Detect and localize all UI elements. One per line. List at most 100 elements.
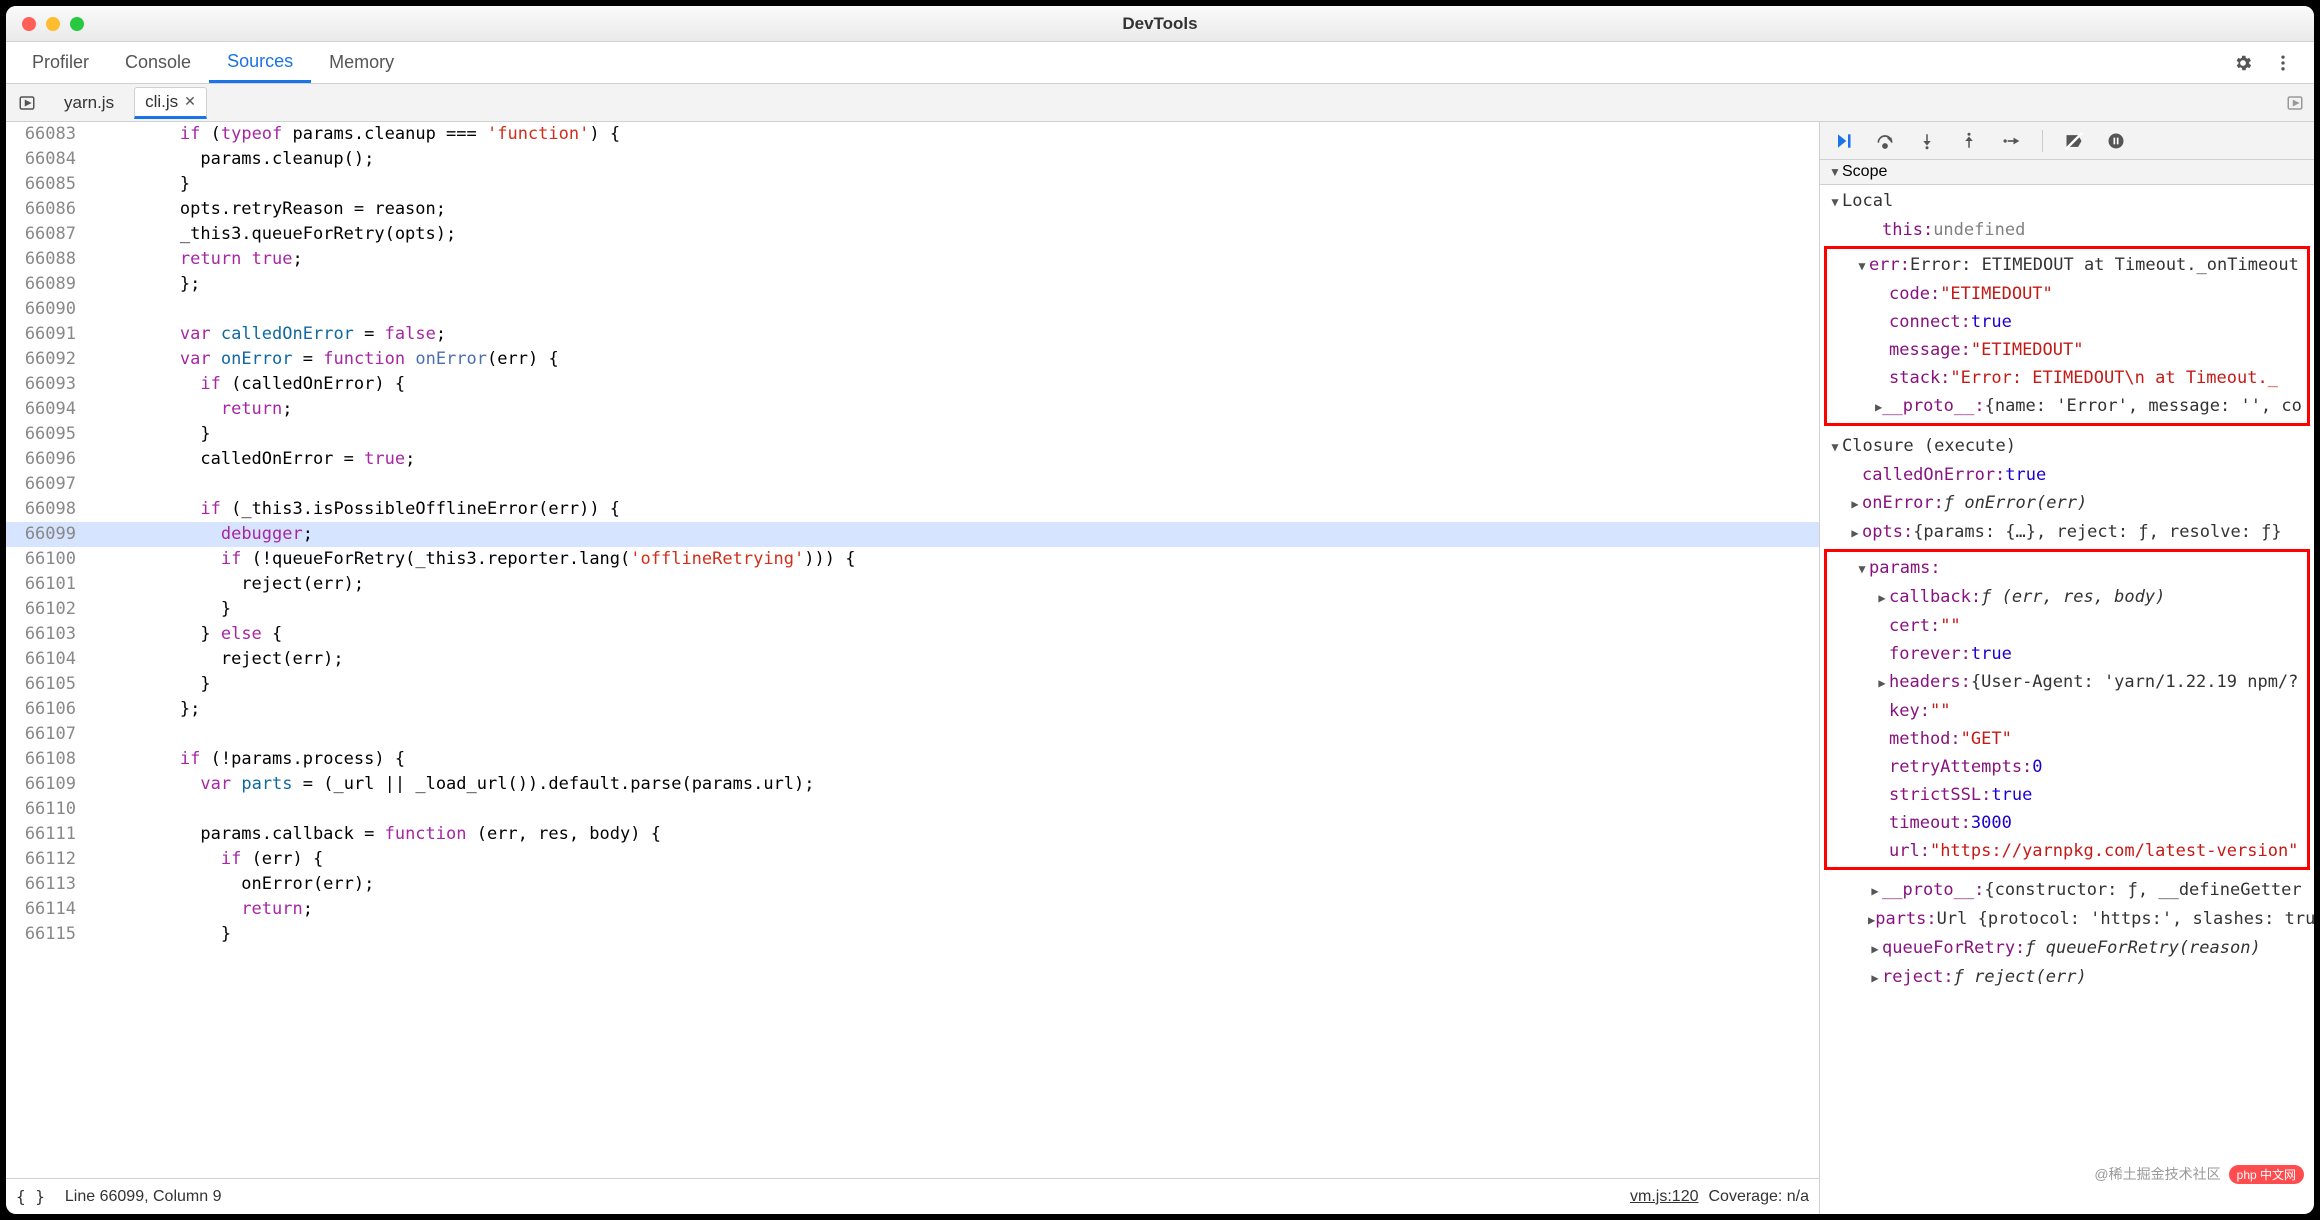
scope-row[interactable]: url: "https://yarnpkg.com/latest-version… xyxy=(1827,837,2307,865)
line-content: } xyxy=(86,422,211,447)
code-line[interactable]: 66113 onError(err); xyxy=(6,872,1819,897)
pause-exceptions-icon[interactable] xyxy=(2105,130,2127,152)
scope-row[interactable]: connect: true xyxy=(1827,308,2307,336)
line-content xyxy=(86,297,180,322)
scope-row[interactable]: method: "GET" xyxy=(1827,725,2307,753)
code-line[interactable]: 66101 reject(err); xyxy=(6,572,1819,597)
line-number: 66084 xyxy=(6,147,86,172)
scope-row[interactable]: forever: true xyxy=(1827,640,2307,668)
file-tabs: yarn.js cli.js ✕ xyxy=(44,84,207,121)
deactivate-breakpoints-icon[interactable] xyxy=(2063,130,2085,152)
scope-row[interactable]: ▶callback: ƒ (err, res, body) xyxy=(1827,583,2307,612)
code-line[interactable]: 66102 } xyxy=(6,597,1819,622)
step-into-icon[interactable] xyxy=(1916,130,1938,152)
scope-row[interactable]: ▼err: Error: ETIMEDOUT at Timeout._onTim… xyxy=(1827,251,2307,280)
code-line[interactable]: 66115 } xyxy=(6,922,1819,947)
scope-row[interactable]: code: "ETIMEDOUT" xyxy=(1827,280,2307,308)
scope-row[interactable]: ▶__proto__: {name: 'Error', message: '',… xyxy=(1827,392,2307,421)
kebab-menu-icon[interactable] xyxy=(2272,52,2294,74)
file-tab-yarn[interactable]: yarn.js xyxy=(54,89,124,117)
scope-group-header[interactable]: ▼Local xyxy=(1820,187,2314,216)
scope-row[interactable]: cert: "" xyxy=(1827,612,2307,640)
scope-row[interactable]: ▼params: xyxy=(1827,554,2307,583)
tab-console[interactable]: Console xyxy=(107,42,209,83)
code-line[interactable]: 66089 }; xyxy=(6,272,1819,297)
code-line[interactable]: 66100 if (!queueForRetry(_this3.reporter… xyxy=(6,547,1819,572)
tab-profiler[interactable]: Profiler xyxy=(14,42,107,83)
scope-row[interactable]: ▶reject: ƒ reject(err) xyxy=(1820,963,2314,992)
line-number: 66104 xyxy=(6,647,86,672)
more-tabs-icon[interactable] xyxy=(2284,92,2306,114)
close-dot[interactable] xyxy=(22,17,36,31)
code-line[interactable]: 66108 if (!params.process) { xyxy=(6,747,1819,772)
tab-sources[interactable]: Sources xyxy=(209,42,311,83)
err-highlight-box: ▼err: Error: ETIMEDOUT at Timeout._onTim… xyxy=(1824,246,2310,426)
code-line[interactable]: 66088 return true; xyxy=(6,247,1819,272)
scope-row[interactable]: ▶parts: Url {protocol: 'https:', slashes… xyxy=(1820,905,2314,934)
scope-row[interactable]: ▶onError: ƒ onError(err) xyxy=(1820,489,2314,518)
braces-icon[interactable]: { } xyxy=(16,1187,45,1206)
code-line[interactable]: 66096 calledOnError = true; xyxy=(6,447,1819,472)
vm-link[interactable]: vm.js:120 xyxy=(1630,1188,1698,1206)
scope-body[interactable]: ▼Localthis: undefined ▼err: Error: ETIMED… xyxy=(1820,185,2314,1214)
line-number: 66112 xyxy=(6,847,86,872)
code-line[interactable]: 66103 } else { xyxy=(6,622,1819,647)
code-line[interactable]: 66086 opts.retryReason = reason; xyxy=(6,197,1819,222)
close-icon[interactable]: ✕ xyxy=(184,93,196,110)
scope-row[interactable]: calledOnError: true xyxy=(1820,461,2314,489)
zoom-dot[interactable] xyxy=(70,17,84,31)
scope-header[interactable]: ▼Scope xyxy=(1820,160,2314,185)
code-line[interactable]: 66083 if (typeof params.cleanup === 'fun… xyxy=(6,122,1819,147)
scope-row[interactable]: message: "ETIMEDOUT" xyxy=(1827,336,2307,364)
line-number: 66103 xyxy=(6,622,86,647)
code-line[interactable]: 66109 var parts = (_url || _load_url()).… xyxy=(6,772,1819,797)
code-line[interactable]: 66104 reject(err); xyxy=(6,647,1819,672)
code-line[interactable]: 66111 params.callback = function (err, r… xyxy=(6,822,1819,847)
code-line[interactable]: 66107 xyxy=(6,722,1819,747)
navigator-toggle-icon[interactable] xyxy=(16,92,38,114)
window-controls xyxy=(6,17,84,31)
code-line[interactable]: 66098 if (_this3.isPossibleOfflineError(… xyxy=(6,497,1819,522)
code-line[interactable]: 66085 } xyxy=(6,172,1819,197)
code-line[interactable]: 66092 var onError = function onError(err… xyxy=(6,347,1819,372)
code-line[interactable]: 66094 return; xyxy=(6,397,1819,422)
watermark-badge: php 中文网 xyxy=(2229,1165,2304,1184)
code-line[interactable]: 66110 xyxy=(6,797,1819,822)
scope-row[interactable]: key: "" xyxy=(1827,697,2307,725)
scope-row[interactable]: retryAttempts: 0 xyxy=(1827,753,2307,781)
line-content: calledOnError = true; xyxy=(86,447,415,472)
scope-row[interactable]: strictSSL: true xyxy=(1827,781,2307,809)
minimize-dot[interactable] xyxy=(46,17,60,31)
line-content: onError(err); xyxy=(86,872,374,897)
code-line[interactable]: 66093 if (calledOnError) { xyxy=(6,372,1819,397)
code-line[interactable]: 66084 params.cleanup(); xyxy=(6,147,1819,172)
scope-row[interactable]: ▶opts: {params: {…}, reject: ƒ, resolve:… xyxy=(1820,518,2314,547)
code-line[interactable]: 66099 debugger; xyxy=(6,522,1819,547)
resume-icon[interactable] xyxy=(1832,130,1854,152)
scope-row[interactable]: timeout: 3000 xyxy=(1827,809,2307,837)
tab-memory[interactable]: Memory xyxy=(311,42,412,83)
code-line[interactable]: 66095 } xyxy=(6,422,1819,447)
scope-row[interactable]: ▶queueForRetry: ƒ queueForRetry(reason) xyxy=(1820,934,2314,963)
code-line[interactable]: 66091 var calledOnError = false; xyxy=(6,322,1819,347)
code-line[interactable]: 66090 xyxy=(6,297,1819,322)
settings-icon[interactable] xyxy=(2232,52,2254,74)
step-over-icon[interactable] xyxy=(1874,130,1896,152)
step-out-icon[interactable] xyxy=(1958,130,1980,152)
code-line[interactable]: 66112 if (err) { xyxy=(6,847,1819,872)
file-tab-cli[interactable]: cli.js ✕ xyxy=(134,87,207,119)
scope-row[interactable]: ▶__proto__: {constructor: ƒ, __defineGet… xyxy=(1820,876,2314,905)
scope-row[interactable]: this: undefined xyxy=(1820,216,2314,244)
scope-group-header[interactable]: ▼Closure (execute) xyxy=(1820,432,2314,461)
code-line[interactable]: 66106 }; xyxy=(6,697,1819,722)
code-line[interactable]: 66105 } xyxy=(6,672,1819,697)
scope-row[interactable]: stack: "Error: ETIMEDOUT\n at Timeout._ xyxy=(1827,364,2307,392)
code-line[interactable]: 66097 xyxy=(6,472,1819,497)
step-icon[interactable] xyxy=(2000,130,2022,152)
code-line[interactable]: 66114 return; xyxy=(6,897,1819,922)
code-editor[interactable]: 66083 if (typeof params.cleanup === 'fun… xyxy=(6,122,1819,1178)
scope-row[interactable]: ▶headers: {User-Agent: 'yarn/1.22.19 npm… xyxy=(1827,668,2307,697)
line-number: 66093 xyxy=(6,372,86,397)
code-line[interactable]: 66087 _this3.queueForRetry(opts); xyxy=(6,222,1819,247)
line-number: 66101 xyxy=(6,572,86,597)
